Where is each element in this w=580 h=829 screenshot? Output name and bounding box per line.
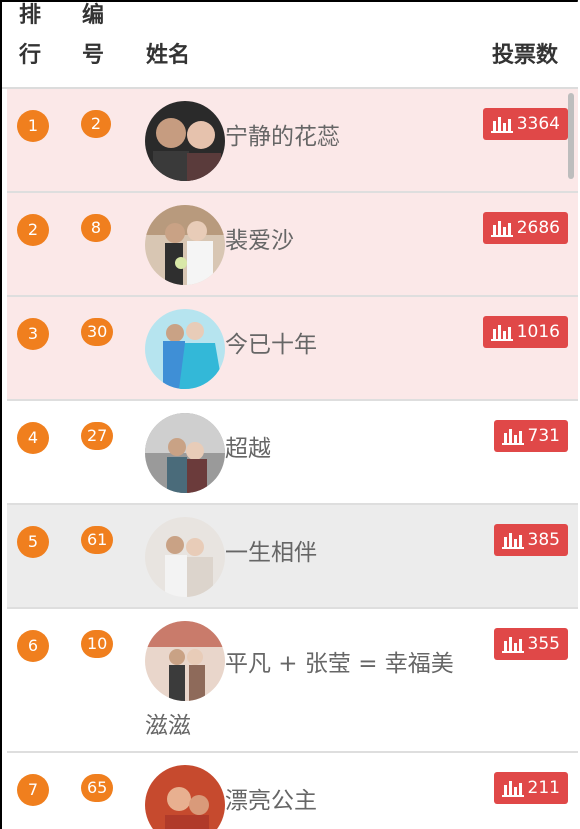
contestant-name[interactable]: 宁静的花蕊 [225, 113, 465, 161]
avatar[interactable] [145, 765, 225, 829]
ranking-row[interactable]: 5 61 一生相伴 385 [7, 505, 578, 609]
vote-count: 1016 [516, 322, 560, 342]
contestant-name[interactable]: 平凡 + 张莹 = 幸福美滋滋 [145, 633, 465, 757]
vote-count-button[interactable]: 3364 [482, 108, 568, 140]
ranking-row[interactable]: 1 2 宁静的花蕊 3364 [7, 89, 578, 193]
vote-count: 2686 [516, 218, 560, 238]
number-badge: 61 [81, 526, 114, 554]
ranking-table-header: 排行 编号 姓名 投票数 [2, 2, 578, 89]
avatar-photo [145, 309, 225, 389]
vote-count-button[interactable]: 1016 [482, 316, 568, 348]
vote-count-button[interactable]: 355 [493, 628, 568, 660]
vote-count: 385 [527, 530, 560, 550]
ranking-row[interactable]: 6 10 平凡 + 张莹 = 幸福美滋滋 355 [7, 609, 578, 753]
bar-chart-icon [490, 325, 513, 341]
rank-badge: 2 [17, 214, 49, 246]
rank-column-header: 排行 [19, 3, 42, 68]
rank-badge: 7 [17, 774, 49, 806]
bar-chart-icon [501, 637, 524, 653]
bar-chart-icon [501, 533, 524, 549]
bar-chart-icon [490, 221, 513, 237]
vote-count: 211 [527, 778, 560, 798]
ranking-row[interactable]: 4 27 超越 731 [7, 401, 578, 505]
avatar-photo [145, 413, 225, 493]
vote-count-button[interactable]: 211 [493, 772, 568, 804]
vote-count: 355 [527, 634, 560, 654]
vote-count-button[interactable]: 2686 [482, 212, 568, 244]
ranking-row[interactable]: 2 8 裴爱沙 2686 [7, 193, 578, 297]
avatar[interactable] [145, 101, 225, 181]
bar-chart-icon [501, 781, 524, 797]
rank-badge: 1 [17, 110, 49, 142]
contestant-name[interactable]: 漂亮公主 [225, 777, 465, 825]
votes-column-header: 投票数 [491, 43, 558, 68]
scrollbar[interactable] [568, 93, 574, 179]
contestant-name[interactable]: 裴爱沙 [225, 217, 465, 265]
rank-badge: 5 [17, 526, 49, 558]
avatar[interactable] [145, 309, 225, 389]
bar-chart-icon [490, 117, 513, 133]
number-badge: 2 [81, 110, 111, 138]
vote-count: 731 [527, 426, 560, 446]
number-badge: 10 [81, 630, 114, 658]
avatar-photo [145, 101, 225, 181]
ranking-list[interactable]: 1 2 宁静的花蕊 3364 2 8 裴爱沙 2686 3 30 今已十年 10… [7, 89, 578, 829]
name-column-header: 姓名 [146, 43, 191, 68]
avatar[interactable] [145, 517, 225, 597]
contestant-name[interactable]: 今已十年 [225, 321, 465, 369]
rank-badge: 3 [17, 318, 49, 350]
rank-badge: 6 [17, 630, 49, 662]
number-column-header: 编号 [82, 3, 105, 68]
contestant-name[interactable]: 超越 [225, 425, 465, 473]
bar-chart-icon [501, 429, 524, 445]
number-badge: 65 [81, 774, 114, 802]
ranking-row[interactable]: 7 65 漂亮公主 211 [7, 753, 578, 829]
rank-badge: 4 [17, 422, 49, 454]
vote-count: 3364 [516, 114, 560, 134]
ranking-row[interactable]: 3 30 今已十年 1016 [7, 297, 578, 401]
vote-count-button[interactable]: 385 [493, 524, 568, 556]
avatar[interactable] [145, 413, 225, 493]
vote-count-button[interactable]: 731 [493, 420, 568, 452]
number-badge: 30 [81, 318, 114, 346]
avatar-photo [145, 205, 225, 285]
avatar-photo [145, 517, 225, 597]
avatar[interactable] [145, 205, 225, 285]
avatar-photo [145, 765, 225, 829]
number-badge: 8 [81, 214, 111, 242]
number-badge: 27 [81, 422, 114, 450]
contestant-name[interactable]: 一生相伴 [225, 529, 465, 577]
